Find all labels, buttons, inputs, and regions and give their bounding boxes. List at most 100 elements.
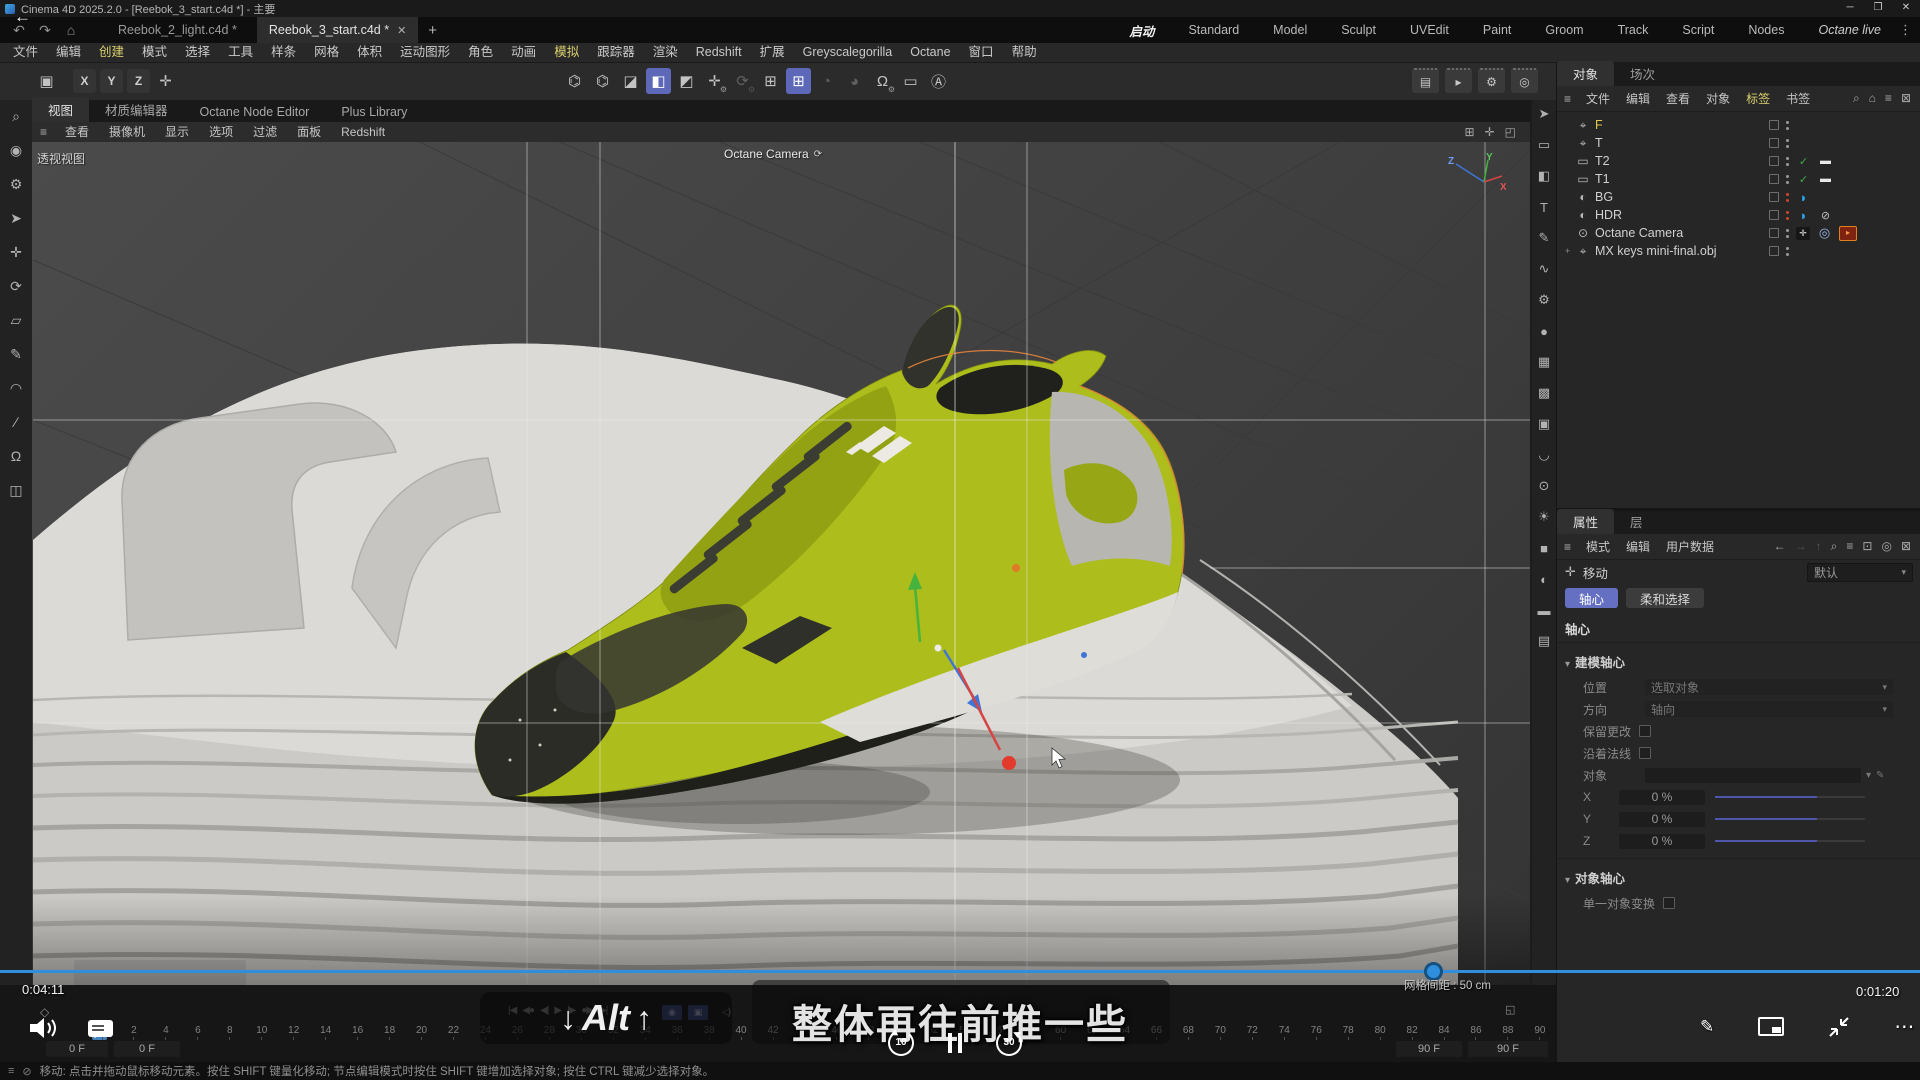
menu-item[interactable]: 窗口	[960, 43, 1003, 62]
filter-icon[interactable]: ≡	[1846, 539, 1853, 554]
visibility-dots[interactable]	[1786, 211, 1789, 214]
viewport-axis-icon[interactable]: ✛	[1485, 125, 1495, 139]
knife-tool-icon[interactable]: ∕	[5, 412, 27, 432]
axis-orientation-gizmo[interactable]: Z Y X	[1444, 152, 1506, 201]
deformer-icon[interactable]: ◡	[1534, 446, 1554, 464]
magnet-icon[interactable]: Ω ⚙	[870, 68, 895, 94]
percent-slider[interactable]	[1715, 818, 1865, 820]
layout-menu-item[interactable]: UVEdit	[1410, 23, 1449, 37]
menu-item[interactable]: 选择	[176, 43, 219, 62]
visibility-dots[interactable]	[1786, 193, 1789, 196]
activecam-tag-icon[interactable]: ▸	[1839, 226, 1857, 241]
menu-item[interactable]: 模拟	[545, 43, 588, 62]
back-icon[interactable]: ←	[1774, 539, 1786, 554]
lock-icon[interactable]: ⊡	[1862, 539, 1872, 554]
spline-icon[interactable]: ∿	[1534, 260, 1554, 278]
position-dropdown[interactable]: 选取对象 ▾	[1645, 679, 1893, 695]
soft-selection-tab-button[interactable]: 柔和选择	[1626, 588, 1704, 608]
axis-mode-icon[interactable]: ✛ ⚙	[702, 68, 727, 94]
menu-item[interactable]: 体积	[348, 43, 391, 62]
axis-tab-button[interactable]: 轴心	[1565, 588, 1618, 608]
object-row[interactable]: ▭T1✓▬	[1557, 170, 1920, 188]
object-manager-menu-item[interactable]: 文件	[1578, 90, 1618, 107]
chevron-down-icon[interactable]: ▾	[1866, 770, 1871, 781]
object-manager-menu-item[interactable]: 对象	[1698, 90, 1738, 107]
render-play-film-icon[interactable]: ▸	[1445, 68, 1472, 93]
up-icon[interactable]: ↑	[1816, 539, 1822, 554]
texture-mode-icon[interactable]: ◩	[674, 68, 699, 94]
menu-item[interactable]: 文件	[4, 43, 47, 62]
menu-item[interactable]: 扩展	[751, 43, 794, 62]
stage-icon[interactable]: ▤	[1534, 632, 1554, 650]
render-settings-film-icon[interactable]: ⚙	[1478, 68, 1505, 93]
object-manager-tab[interactable]: 对象	[1557, 61, 1614, 86]
object-row[interactable]: ◐BG◗	[1557, 188, 1920, 206]
workplane-box-icon[interactable]: ▭	[898, 68, 923, 94]
visibility-dots[interactable]	[1786, 175, 1789, 178]
attribute-manager-tab[interactable]: 属性	[1557, 509, 1614, 534]
axis-lock-button[interactable]: Z	[127, 69, 150, 93]
video-progress-bar[interactable]	[0, 970, 1920, 973]
viewport-menu-item[interactable]: 过滤	[243, 122, 287, 142]
subtitle-toggle-icon[interactable]	[88, 1020, 113, 1037]
forward-icon[interactable]: →	[1795, 539, 1807, 554]
menu-item[interactable]: 跟踪器	[588, 43, 644, 62]
render-view-icon[interactable]: ⌬	[562, 68, 587, 94]
picker-icon[interactable]: ✎	[1876, 770, 1884, 781]
camera-icon[interactable]: ⊙	[1534, 477, 1554, 495]
speaker-icon[interactable]	[28, 1016, 58, 1040]
filter-icon[interactable]: ≡	[1885, 91, 1892, 106]
interactive-render-icon[interactable]: ◎	[1511, 68, 1538, 93]
attribute-menu-item[interactable]: 编辑	[1618, 538, 1658, 555]
dock-tab[interactable]: 视图	[32, 97, 89, 122]
light-icon[interactable]: ☀	[1534, 508, 1554, 526]
menu-item[interactable]: 创建	[90, 43, 133, 62]
layout-more-icon[interactable]: ⋮	[1891, 22, 1920, 38]
percent-slider[interactable]	[1715, 840, 1865, 842]
move-tool-icon[interactable]: ✛	[5, 242, 27, 262]
menu-item[interactable]: 角色	[459, 43, 502, 62]
layout-menu-item[interactable]: Standard	[1188, 23, 1239, 37]
viewport-menu-item[interactable]: Redshift	[331, 122, 395, 142]
single-transform-checkbox[interactable]	[1663, 897, 1675, 909]
percent-input[interactable]: 0 %	[1619, 812, 1705, 827]
model-mode-icon[interactable]: ◧	[646, 68, 671, 94]
menu-item[interactable]: 运动图形	[391, 43, 459, 62]
object-manager-menu-item[interactable]: 编辑	[1618, 90, 1658, 107]
object-row[interactable]: ⊙Octane Camera✛◎▸	[1557, 224, 1920, 242]
minimize-button[interactable]: ─	[1836, 0, 1864, 17]
viewport-layout-icon[interactable]: ◰	[1505, 125, 1516, 139]
check-tag-icon[interactable]: ✓	[1796, 173, 1811, 186]
search-icon[interactable]: ⌕	[5, 106, 27, 126]
popout-icon[interactable]: ⊠	[1901, 539, 1911, 554]
magnet-tool-icon[interactable]: Ω	[5, 446, 27, 466]
rewind-10-button[interactable]: ◀ 10	[888, 1030, 914, 1056]
material-icon[interactable]: ■	[1534, 539, 1554, 557]
axis-lock-button[interactable]: Y	[100, 69, 123, 93]
burger-icon[interactable]: ≡	[32, 125, 55, 139]
camera-label[interactable]: Octane Camera ⟳	[724, 147, 822, 161]
array-icon[interactable]: ▣	[1534, 415, 1554, 433]
object-row[interactable]: ◐HDR◗⊘	[1557, 206, 1920, 224]
visibility-dots[interactable]	[1786, 139, 1789, 142]
start-frame-field[interactable]: 0 F	[46, 1041, 108, 1057]
layout-menu-item[interactable]: Script	[1682, 23, 1714, 37]
layout-menu-item[interactable]: Sculpt	[1341, 23, 1376, 37]
search-icon[interactable]: ⌕	[1831, 539, 1838, 554]
viewport-menu-item[interactable]: 摄像机	[99, 122, 155, 142]
visibility-dots[interactable]	[1786, 121, 1789, 124]
render-picture-viewer-icon[interactable]: ⌬	[590, 68, 615, 94]
menu-item[interactable]: 网格	[305, 43, 348, 62]
menu-item[interactable]: Greyscalegorilla	[794, 43, 902, 62]
viewport-menu-item[interactable]: 查看	[55, 122, 99, 142]
object-manager-menu-item[interactable]: 标签	[1738, 90, 1778, 107]
cursor-icon[interactable]: ➤	[1534, 105, 1554, 123]
document-tab[interactable]: Reebok_3_start.c4d * ✕	[257, 17, 418, 43]
home-icon[interactable]: ⌂	[58, 22, 84, 39]
object-row[interactable]: ⌖T	[1557, 134, 1920, 152]
attribute-manager-tab[interactable]: 层	[1614, 509, 1659, 534]
object-manager-menu-item[interactable]: 书签	[1778, 90, 1818, 107]
end-frame-field[interactable]: 90 F	[1396, 1041, 1462, 1057]
viewport-menu-item[interactable]: 显示	[155, 122, 199, 142]
keep-changes-checkbox[interactable]	[1639, 725, 1651, 737]
